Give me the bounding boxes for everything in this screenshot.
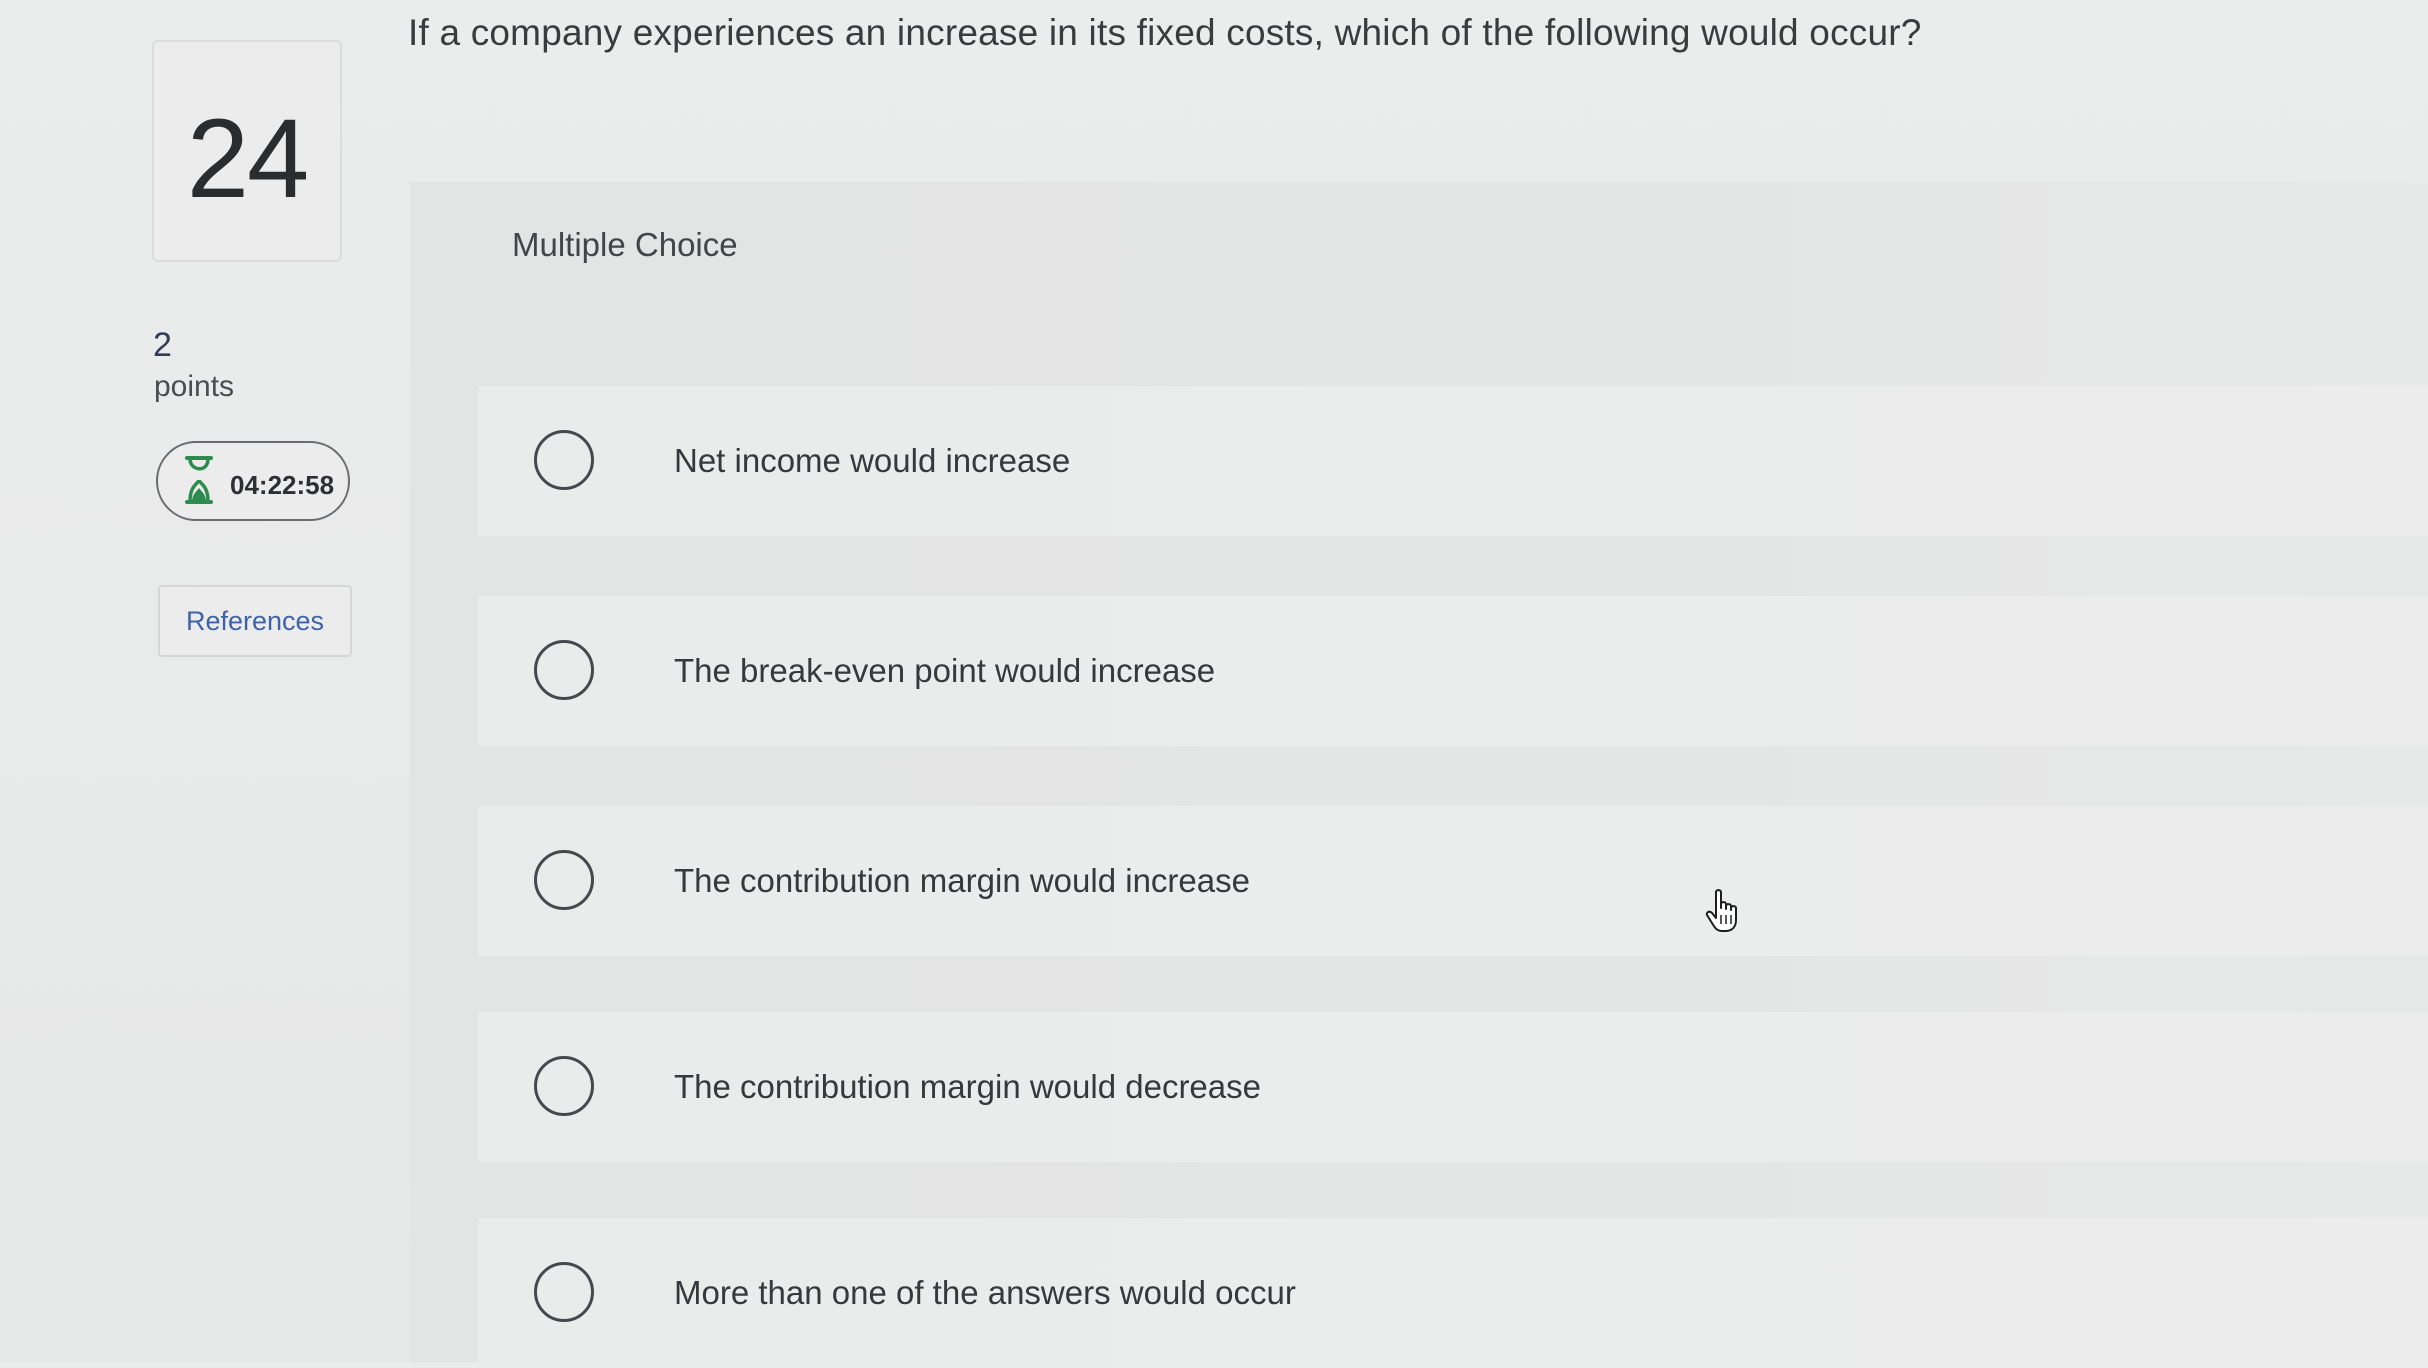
hourglass-icon [184, 455, 214, 505]
radio-button[interactable] [534, 850, 594, 910]
radio-button[interactable] [534, 640, 594, 700]
radio-button[interactable] [534, 430, 594, 490]
question-type-label: Multiple Choice [512, 226, 738, 263]
answer-option[interactable]: Net income would increase [478, 386, 2428, 536]
timer-pill: 04:22:58 [156, 441, 350, 521]
answer-option[interactable]: The contribution margin would increase [478, 806, 2428, 956]
answer-panel [410, 182, 2428, 1362]
time-remaining: 04:22:58 [230, 470, 335, 500]
radio-button[interactable] [534, 1056, 594, 1116]
answer-option[interactable]: The contribution margin would decrease [478, 1012, 2428, 1162]
references-button[interactable]: References [158, 585, 352, 657]
question-number-box: 24 [152, 40, 342, 262]
answer-option-text: The contribution margin would increase [674, 862, 1250, 899]
answer-option-text: Net income would increase [674, 442, 1071, 479]
question-number: 24 [186, 96, 310, 221]
hand-pointer-cursor-icon [1704, 888, 1744, 934]
question-info-rail: 24 2 points 04:22:58 References [0, 0, 410, 1362]
radio-button[interactable] [534, 1262, 594, 1322]
answer-option-text: More than one of the answers would occur [674, 1274, 1296, 1311]
points-value: 2 [153, 326, 172, 364]
question-stem: If a company experiences an increase in … [408, 12, 1922, 53]
answer-option-text: The contribution margin would decrease [674, 1068, 1261, 1105]
answer-option-text: The break-even point would increase [674, 652, 1216, 689]
answer-option[interactable]: The break-even point would increase [478, 596, 2428, 746]
answer-option[interactable]: More than one of the answers would occur [478, 1218, 2428, 1368]
points-label: points [154, 370, 235, 403]
